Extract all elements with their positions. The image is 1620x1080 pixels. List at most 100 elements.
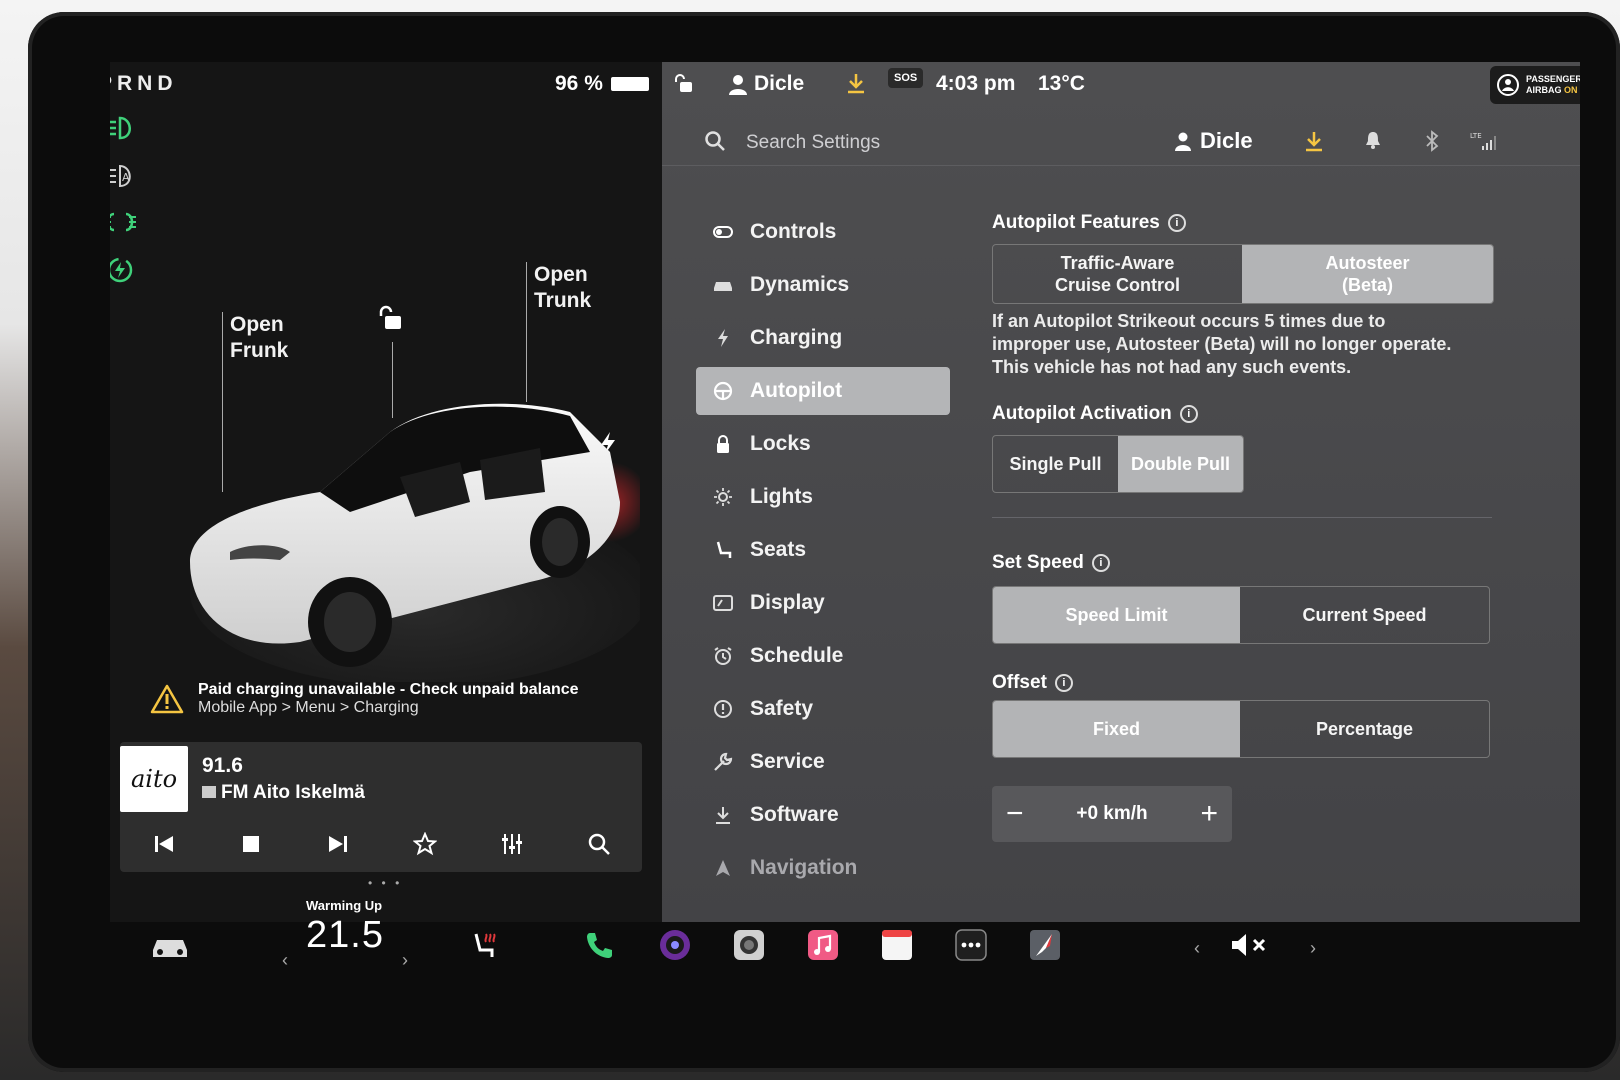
status-bar: Dicle SOS 4:03 pm 13°C PASSENGER AIRBAG … <box>662 62 1580 106</box>
menu-item-controls[interactable]: Controls <box>696 208 950 256</box>
bluetooth-icon[interactable] <box>1424 130 1440 157</box>
profile-button[interactable]: Dicle <box>1174 128 1253 154</box>
increase-button[interactable]: + <box>1200 797 1218 831</box>
menu-label: Display <box>750 591 825 614</box>
battery-percent: 96 % <box>555 72 603 95</box>
open-trunk-button[interactable]: Open Trunk <box>534 262 591 314</box>
section-divider <box>992 517 1492 518</box>
settings-header: Search Settings Dicle LTE <box>662 118 1580 166</box>
climate-control[interactable]: Warming Up 21.5 <box>306 898 384 957</box>
outside-temperature: 13°C <box>1038 72 1085 95</box>
alarm-clock-icon <box>712 645 734 667</box>
fog-lights-icon <box>110 208 138 236</box>
temp-up-chevron-icon[interactable]: › <box>402 950 408 971</box>
volume-up-chevron-icon[interactable]: › <box>1310 938 1316 959</box>
notification-bell-icon[interactable] <box>1364 130 1382 155</box>
sos-label: SOS <box>894 72 918 84</box>
svg-text:LTE: LTE <box>1470 132 1482 140</box>
menu-item-navigation[interactable]: Navigation <box>696 844 950 892</box>
seat-heater-icon[interactable] <box>468 930 498 960</box>
station-frequency: 91.6 <box>202 754 243 777</box>
camera-app-icon[interactable] <box>658 928 692 962</box>
autosteer-option[interactable]: Autosteer (Beta) <box>1242 245 1493 303</box>
sun-icon <box>712 486 734 508</box>
software-download-icon[interactable] <box>1304 130 1324 157</box>
volume-down-chevron-icon[interactable]: ‹ <box>1194 938 1200 959</box>
unlock-icon[interactable] <box>376 304 404 337</box>
speed-limit-option[interactable]: Speed Limit <box>993 587 1240 643</box>
decrease-button[interactable]: − <box>1006 797 1024 831</box>
menu-label: Dynamics <box>750 273 850 296</box>
menu-item-dynamics[interactable]: Dynamics <box>696 261 950 309</box>
menu-label: Autopilot <box>750 379 843 402</box>
section-title: Set Speed <box>992 552 1084 573</box>
double-pull-option[interactable]: Double Pull <box>1118 436 1243 492</box>
open-frunk-button[interactable]: Open Frunk <box>230 312 288 364</box>
alert-title: Paid charging unavailable - Check unpaid… <box>198 681 579 698</box>
menu-item-schedule[interactable]: Schedule <box>696 632 950 680</box>
current-speed-option[interactable]: Current Speed <box>1240 587 1489 643</box>
music-app-icon[interactable] <box>806 928 840 962</box>
menu-item-safety[interactable]: Safety <box>696 685 950 733</box>
fixed-option[interactable]: Fixed <box>993 701 1240 757</box>
station-name: FM Aito Iskelmä <box>202 782 365 804</box>
airbag-line-2: AIRBAG <box>1526 85 1562 95</box>
seat-icon <box>712 539 734 561</box>
mute-icon[interactable] <box>1230 932 1270 958</box>
stop-icon[interactable] <box>233 826 269 862</box>
menu-item-lights[interactable]: Lights <box>696 473 950 521</box>
next-track-icon[interactable] <box>320 826 356 862</box>
desc-line: This vehicle has not had any such events… <box>992 357 1352 377</box>
traffic-aware-cruise-option[interactable]: Traffic-Aware Cruise Control <box>993 245 1242 303</box>
autopilot-activation-heading: Autopilot Activation i <box>992 403 1512 425</box>
section-title: Offset <box>992 672 1047 693</box>
gear-selector: PRND <box>110 72 178 95</box>
menu-item-service[interactable]: Service <box>696 738 950 786</box>
driver-profile[interactable]: Dicle <box>728 72 804 96</box>
alert-subtitle: Mobile App > Menu > Charging <box>198 699 419 716</box>
menu-item-display[interactable]: Display <box>696 579 950 627</box>
info-icon[interactable]: i <box>1054 674 1073 692</box>
info-icon[interactable]: i <box>1091 554 1110 572</box>
equalizer-icon[interactable] <box>494 826 530 862</box>
sos-button[interactable]: SOS <box>888 68 924 88</box>
menu-item-charging[interactable]: Charging <box>696 314 950 362</box>
single-pull-option[interactable]: Single Pull <box>993 436 1118 492</box>
info-icon[interactable]: i <box>1167 214 1186 232</box>
station-logo: aito <box>120 746 188 812</box>
calendar-app-icon[interactable] <box>880 928 914 962</box>
activation-selector: Single Pull Double Pull <box>992 435 1244 493</box>
menu-item-autopilot[interactable]: Autopilot <box>696 367 950 415</box>
temp-down-chevron-icon[interactable]: ‹ <box>282 950 288 971</box>
option-line-2: Cruise Control <box>1054 275 1180 295</box>
favorite-star-icon[interactable] <box>407 826 443 862</box>
offset-value: +0 km/h <box>1076 803 1148 824</box>
menu-item-seats[interactable]: Seats <box>696 526 950 574</box>
climate-temperature: 21.5 <box>306 914 384 956</box>
option-line-1: Traffic-Aware <box>1060 253 1175 273</box>
dashcam-icon[interactable] <box>732 928 766 962</box>
menu-item-locks[interactable]: Locks <box>696 420 950 468</box>
navigation-app-icon[interactable] <box>1028 928 1062 962</box>
search-icon[interactable] <box>704 130 726 157</box>
trunk-callout-line <box>526 262 527 402</box>
percentage-option[interactable]: Percentage <box>1240 701 1489 757</box>
car-dock-icon[interactable] <box>150 932 190 960</box>
more-apps-icon[interactable] <box>954 928 988 962</box>
menu-label: Lights <box>750 485 813 508</box>
media-search-icon[interactable] <box>581 826 617 862</box>
search-settings-input[interactable]: Search Settings <box>746 132 880 154</box>
menu-item-software[interactable]: Software <box>696 791 950 839</box>
charging-alert[interactable]: Paid charging unavailable - Check unpaid… <box>150 670 640 728</box>
phone-icon[interactable] <box>584 930 614 960</box>
previous-track-icon[interactable] <box>146 826 182 862</box>
section-title: Autopilot Activation <box>992 403 1172 424</box>
download-icon[interactable] <box>846 72 866 94</box>
trunk-label-1: Open <box>534 263 588 286</box>
info-icon[interactable]: i <box>1179 405 1198 423</box>
car-model-3d[interactable] <box>170 382 650 687</box>
lock-status-icon[interactable] <box>672 72 694 94</box>
set-speed-selector: Speed Limit Current Speed <box>992 586 1490 644</box>
lte-signal-icon: LTE <box>1470 130 1500 157</box>
station-name-text: FM Aito Iskelmä <box>221 782 365 803</box>
